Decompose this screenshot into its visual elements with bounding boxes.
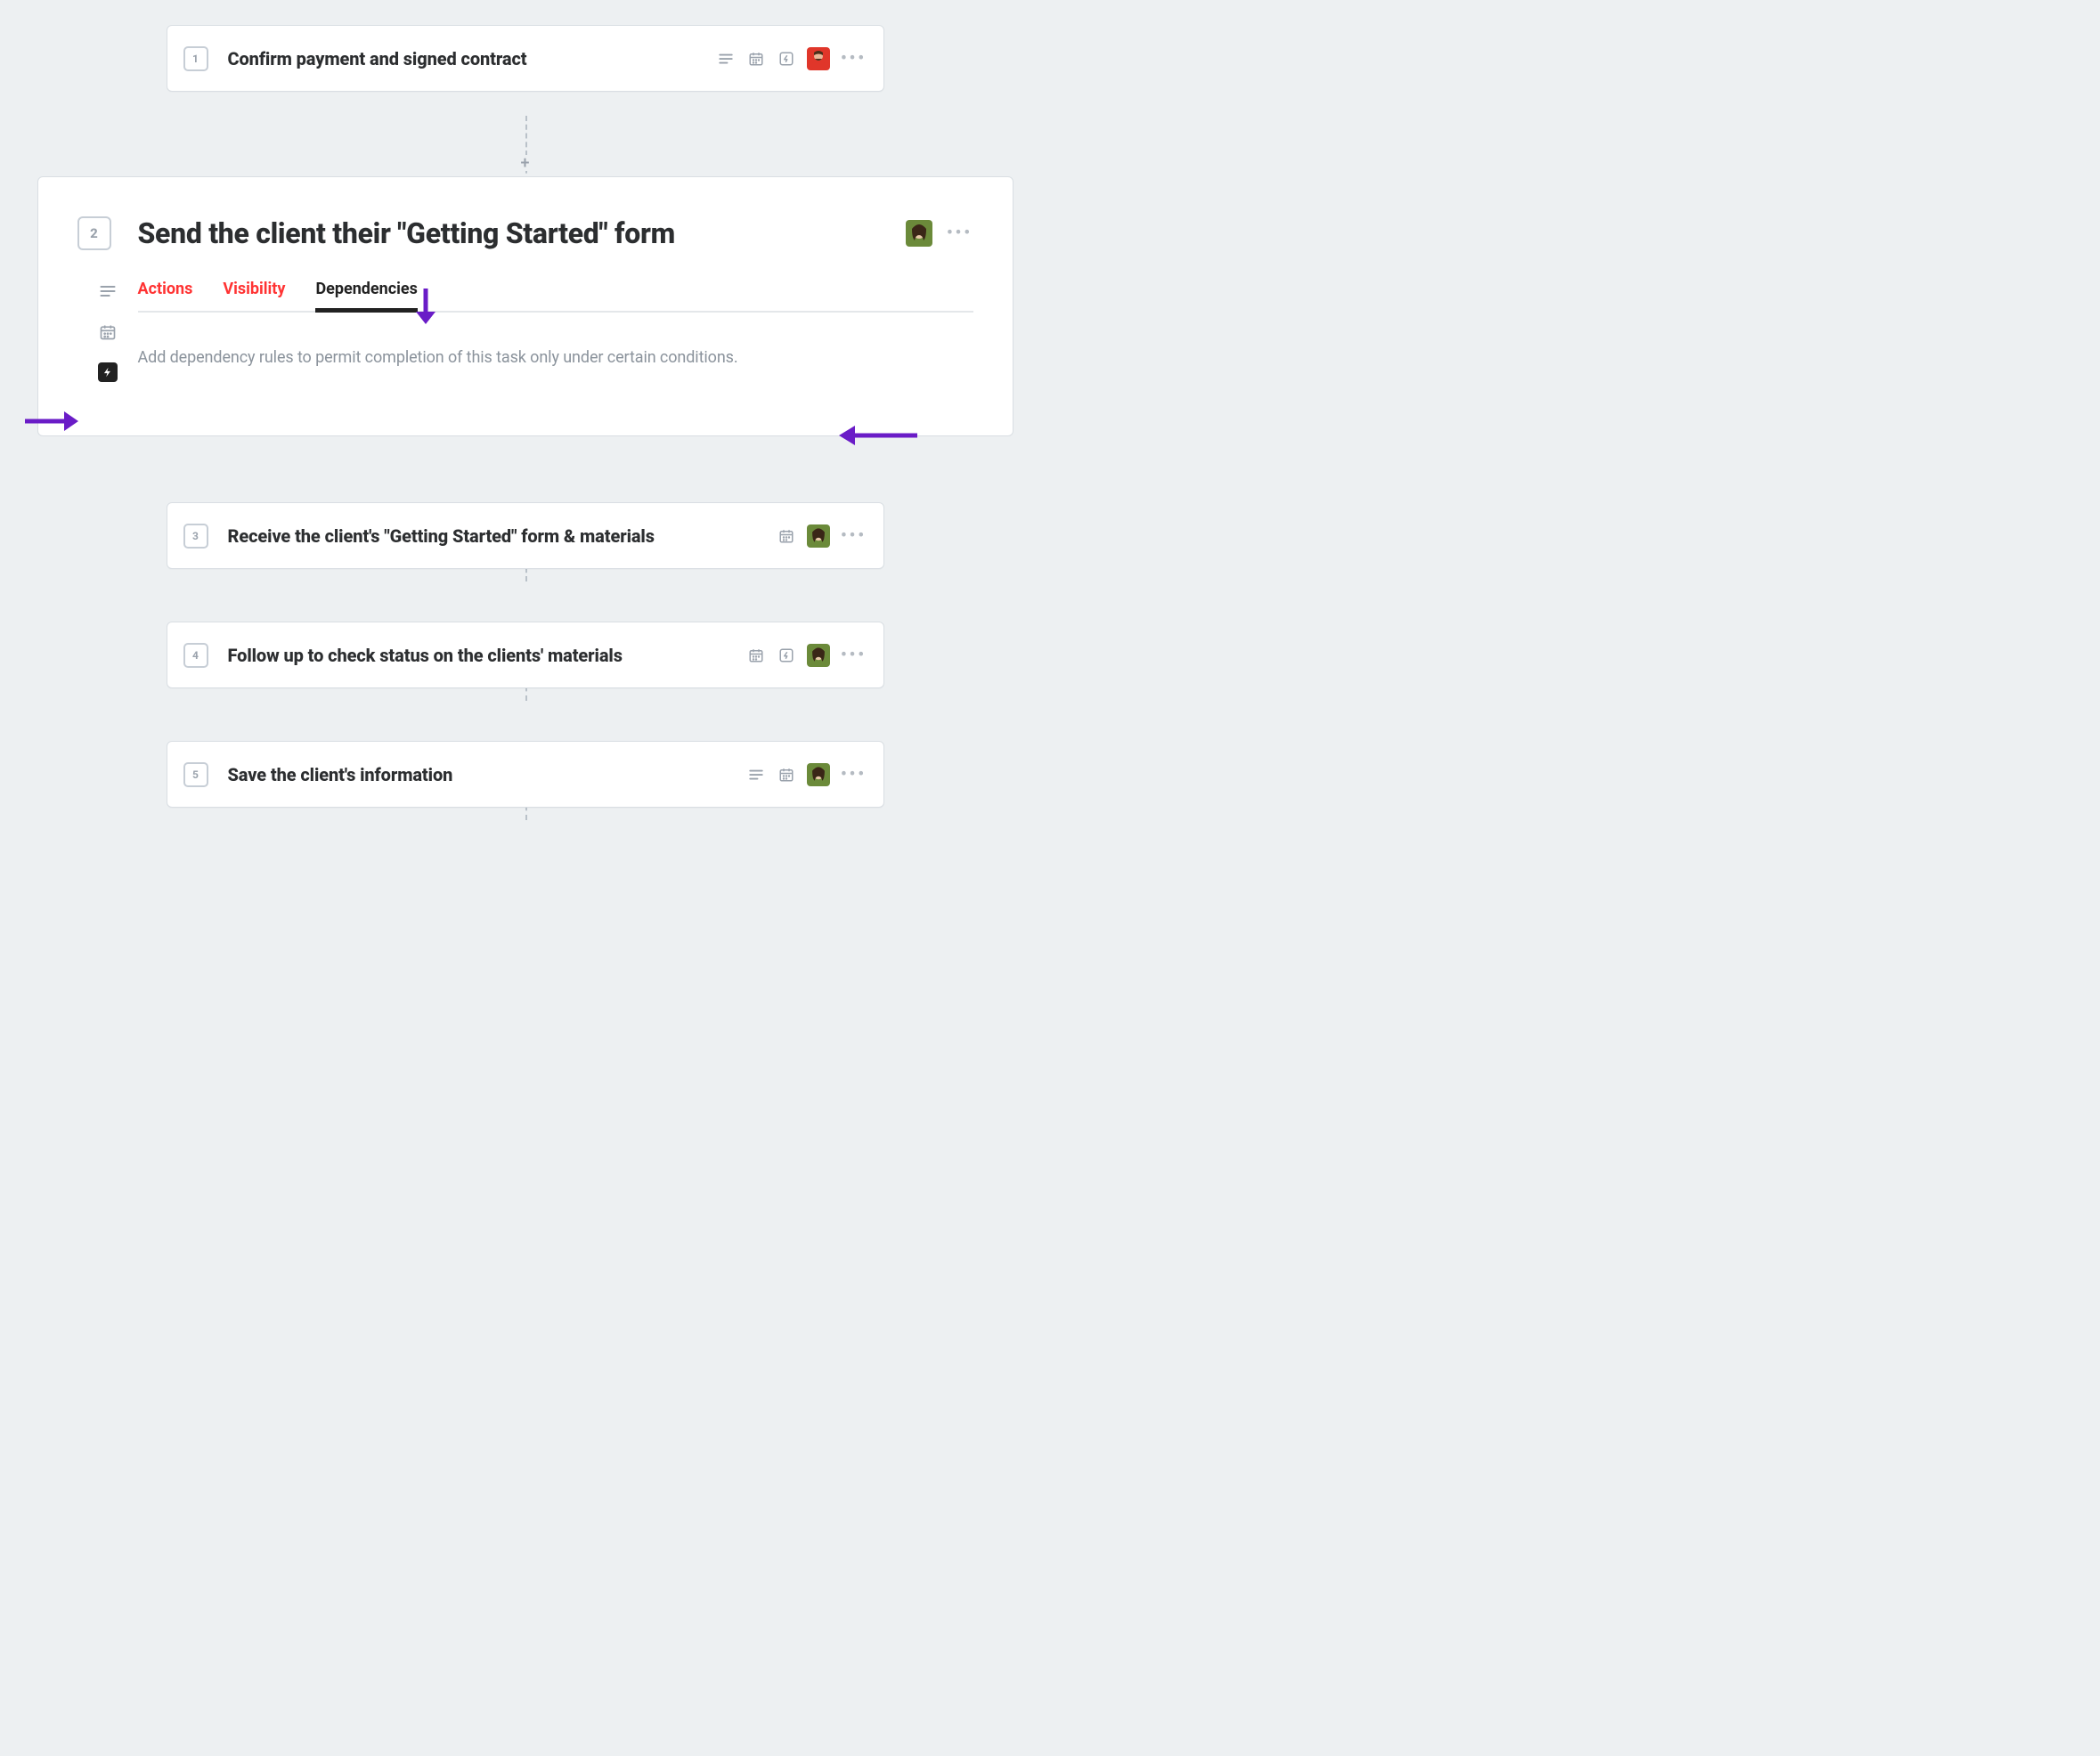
task-card-expanded: 2 Send the client their "Getting Started… [37,176,1013,436]
step-number-badge: 1 [183,46,208,71]
step-number-badge: 3 [183,524,208,549]
task-header-actions: ••• [906,220,973,247]
step-number-badge: 5 [183,762,208,787]
description-icon[interactable] [97,280,118,302]
task-actions: ••• [746,763,867,786]
tab-dependencies[interactable]: Dependencies [315,280,417,311]
task-actions: ••• [777,524,867,548]
task-header: 2 Send the client their "Getting Started… [77,216,973,250]
task-card[interactable]: 3 Receive the client's "Getting Started"… [167,502,884,569]
task-card[interactable]: 4 Follow up to check status on the clien… [167,622,884,688]
assignee-avatar[interactable] [807,644,830,667]
dependencies-helper-text: Add dependency rules to permit completio… [138,348,973,367]
assignee-avatar[interactable] [807,763,830,786]
calendar-icon[interactable] [777,526,796,546]
add-step-button[interactable]: + [517,155,533,171]
task-title: Follow up to check status on the clients… [228,645,746,666]
step-number-badge: 2 [77,216,111,250]
calendar-icon[interactable] [97,321,118,343]
automation-icon[interactable] [777,646,796,665]
annotation-arrow-left [837,424,917,447]
task-actions: ••• [716,47,867,70]
description-icon[interactable] [716,49,736,69]
assignee-avatar[interactable] [807,524,830,548]
more-menu-button[interactable]: ••• [947,224,973,243]
task-card[interactable]: 1 Confirm payment and signed contract ••… [167,25,884,92]
automation-icon[interactable] [777,49,796,69]
automation-icon[interactable] [98,362,118,382]
task-card[interactable]: 5 Save the client's information ••• [167,741,884,808]
task-tabs: Actions Visibility Dependencies [138,275,973,313]
task-side-tabs [77,275,138,382]
calendar-icon[interactable] [746,646,766,665]
more-menu-button[interactable]: ••• [841,765,867,785]
more-menu-button[interactable]: ••• [841,526,867,546]
more-menu-button[interactable]: ••• [841,49,867,69]
annotation-arrow-down [414,289,437,324]
tab-actions[interactable]: Actions [138,280,193,311]
calendar-icon[interactable] [746,49,766,69]
task-title: Save the client's information [228,764,746,785]
description-icon[interactable] [746,765,766,785]
assignee-avatar[interactable] [807,47,830,70]
step-number-badge: 4 [183,643,208,668]
task-title: Receive the client's "Getting Started" f… [228,525,777,547]
workflow-canvas: + + + + 1 Confirm payment and signed con… [0,25,1050,808]
task-title: Confirm payment and signed contract [228,48,716,69]
annotation-arrow-right [25,410,78,433]
assignee-avatar[interactable] [906,220,932,247]
calendar-icon[interactable] [777,765,796,785]
task-content: Actions Visibility Dependencies Add depe… [138,275,973,382]
more-menu-button[interactable]: ••• [841,646,867,665]
tab-visibility[interactable]: Visibility [223,280,285,311]
task-actions: ••• [746,644,867,667]
task-title: Send the client their "Getting Started" … [138,216,906,250]
